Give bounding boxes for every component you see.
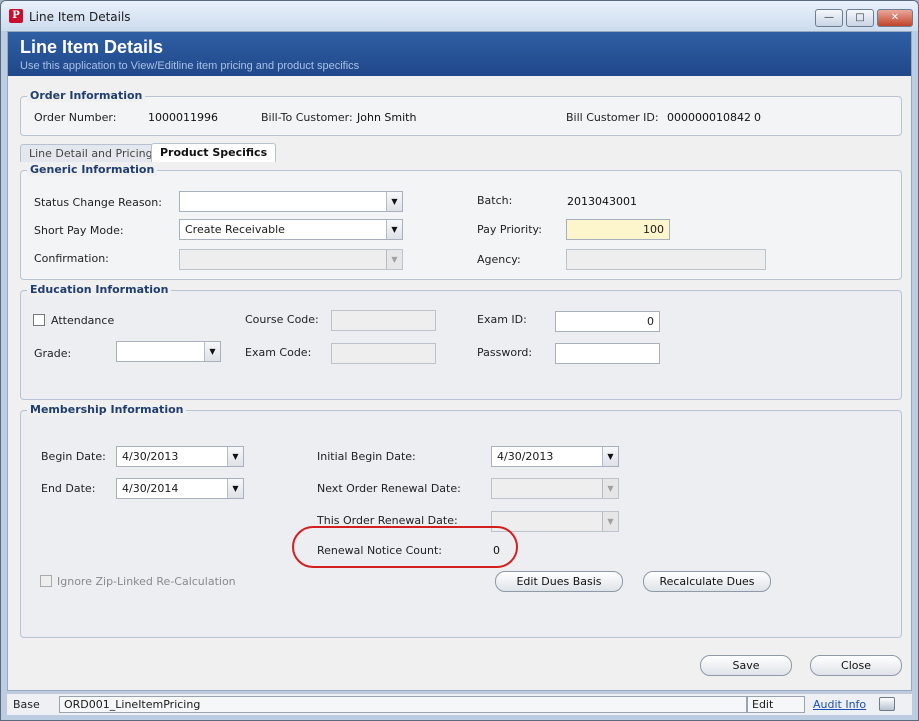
batch-label: Batch: xyxy=(477,194,513,207)
pay-priority-input[interactable]: 100 xyxy=(566,219,670,240)
form-content: Line Item Details Use this application t… xyxy=(7,31,912,691)
save-button[interactable]: Save xyxy=(700,655,792,676)
printer-icon[interactable] xyxy=(879,697,895,711)
renewal-count-highlight-callout xyxy=(292,526,518,568)
membership-information-title: Membership Information xyxy=(27,403,187,416)
password-label: Password: xyxy=(477,346,533,359)
chevron-down-icon[interactable]: ▼ xyxy=(204,342,220,361)
title-bar: P Line Item Details — □ ✕ xyxy=(1,1,918,31)
short-pay-mode-value: Create Receivable xyxy=(185,223,285,236)
end-date-label: End Date: xyxy=(41,482,96,495)
status-base-label: Base xyxy=(13,698,40,711)
ignore-zip-recalc-checkbox xyxy=(40,575,52,587)
next-order-renewal-date-picker: ▼ xyxy=(491,478,619,499)
chevron-down-icon[interactable]: ▼ xyxy=(602,447,618,466)
edit-dues-basis-button[interactable]: Edit Dues Basis xyxy=(495,571,623,592)
batch-value: 2013043001 xyxy=(567,195,637,208)
confirmation-label: Confirmation: xyxy=(34,252,109,265)
short-pay-mode-label: Short Pay Mode: xyxy=(34,224,124,237)
attendance-label: Attendance xyxy=(51,314,115,327)
window-title: Line Item Details xyxy=(29,10,131,24)
this-order-renewal-date-picker: ▼ xyxy=(491,511,619,532)
agency-label: Agency: xyxy=(477,253,521,266)
exam-id-label: Exam ID: xyxy=(477,313,527,326)
ignore-zip-recalc-label: Ignore Zip-Linked Re-Calculation xyxy=(57,575,236,588)
close-window-button[interactable]: ✕ xyxy=(877,9,913,27)
chevron-down-icon[interactable]: ▼ xyxy=(386,192,402,211)
begin-date-picker[interactable]: 4/30/2013 ▼ xyxy=(116,446,244,467)
status-bar: Base ORD001_LineItemPricing Edit Audit I… xyxy=(7,693,912,715)
chevron-down-icon: ▼ xyxy=(386,250,402,269)
bill-customer-id-suffix: 0 xyxy=(754,111,761,124)
order-number-value: 1000011996 xyxy=(148,111,218,124)
chevron-down-icon[interactable]: ▼ xyxy=(227,479,243,498)
chevron-down-icon[interactable]: ▼ xyxy=(386,220,402,239)
exam-code-label: Exam Code: xyxy=(245,346,312,359)
app-window: P Line Item Details — □ ✕ Line Item Deta… xyxy=(0,0,919,721)
chevron-down-icon: ▼ xyxy=(602,512,618,531)
bill-customer-id-value: 000000010842 xyxy=(667,111,751,124)
chevron-down-icon[interactable]: ▼ xyxy=(227,447,243,466)
end-date-value: 4/30/2014 xyxy=(122,482,179,495)
bill-to-customer-value: John Smith xyxy=(357,111,417,124)
grade-select[interactable]: ▼ xyxy=(116,341,221,362)
order-number-label: Order Number: xyxy=(34,111,117,124)
header-banner: Line Item Details Use this application t… xyxy=(8,32,911,76)
initial-begin-date-value: 4/30/2013 xyxy=(497,450,554,463)
page-title: Line Item Details xyxy=(20,37,164,57)
order-information-title: Order Information xyxy=(27,89,146,102)
short-pay-mode-select[interactable]: Create Receivable ▼ xyxy=(179,219,403,240)
audit-info-link[interactable]: Audit Info xyxy=(813,698,866,711)
membership-information-group: Membership Information Begin Date: 4/30/… xyxy=(20,403,902,638)
tab-product-specifics[interactable]: Product Specifics xyxy=(151,143,277,162)
exam-id-input[interactable]: 0 xyxy=(555,311,660,332)
initial-begin-date-label: Initial Begin Date: xyxy=(317,450,416,463)
order-information-group: Order Information Order Number: 10000119… xyxy=(20,89,902,136)
education-information-group: Education Information Attendance Grade: … xyxy=(20,283,902,400)
app-logo-icon: P xyxy=(9,9,23,23)
attendance-checkbox[interactable] xyxy=(33,314,45,326)
status-mode: Edit xyxy=(747,696,805,713)
minimize-button[interactable]: — xyxy=(815,9,843,27)
chevron-down-icon: ▼ xyxy=(602,479,618,498)
status-change-reason-label: Status Change Reason: xyxy=(34,196,162,209)
generic-information-group: Generic Information Status Change Reason… xyxy=(20,163,902,280)
bill-customer-id-label: Bill Customer ID: xyxy=(566,111,659,124)
generic-information-title: Generic Information xyxy=(27,163,158,176)
status-form-id: ORD001_LineItemPricing xyxy=(59,696,747,713)
agency-input xyxy=(566,249,766,270)
begin-date-value: 4/30/2013 xyxy=(122,450,179,463)
page-subtitle: Use this application to View/Editline it… xyxy=(20,60,360,72)
pay-priority-label: Pay Priority: xyxy=(477,223,542,236)
close-button[interactable]: Close xyxy=(810,655,902,676)
grade-label: Grade: xyxy=(34,347,72,360)
password-input[interactable] xyxy=(555,343,660,364)
status-change-reason-select[interactable]: ▼ xyxy=(179,191,403,212)
course-code-label: Course Code: xyxy=(245,313,319,326)
initial-begin-date-picker[interactable]: 4/30/2013 ▼ xyxy=(491,446,619,467)
confirmation-select: ▼ xyxy=(179,249,403,270)
bill-to-customer-label: Bill-To Customer: xyxy=(261,111,353,124)
course-code-input xyxy=(331,310,436,331)
maximize-button[interactable]: □ xyxy=(846,9,874,27)
recalculate-dues-button[interactable]: Recalculate Dues xyxy=(643,571,771,592)
education-information-title: Education Information xyxy=(27,283,172,296)
next-order-renewal-date-label: Next Order Renewal Date: xyxy=(317,482,461,495)
tab-line-detail-pricing[interactable]: Line Detail and Pricing xyxy=(20,144,162,162)
end-date-picker[interactable]: 4/30/2014 ▼ xyxy=(116,478,244,499)
begin-date-label: Begin Date: xyxy=(41,450,106,463)
exam-code-input xyxy=(331,343,436,364)
